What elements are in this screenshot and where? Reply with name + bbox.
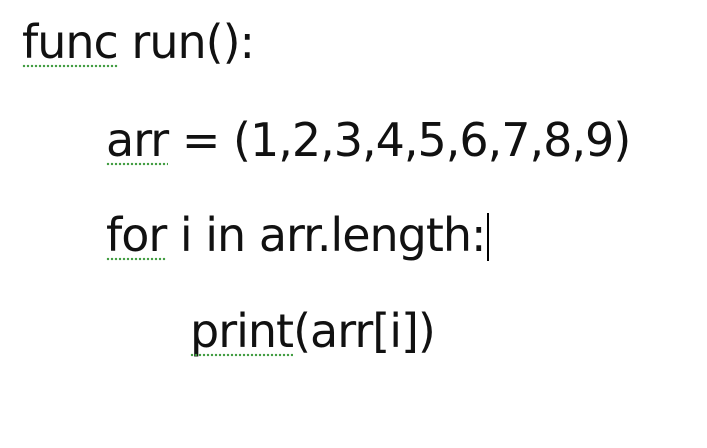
- code-line-4-text: (arr[i]): [293, 304, 436, 358]
- code-line-1-text: run():: [117, 15, 255, 69]
- flagged-word-for: for: [106, 208, 167, 262]
- flagged-word-arr: arr: [106, 113, 169, 167]
- code-line-for-loop[interactable]: for i in arr.length:: [106, 207, 489, 263]
- code-line-3-text: i in arr.length:: [166, 208, 487, 262]
- flagged-word-func: func: [22, 15, 119, 69]
- code-line-func-definition[interactable]: func run():: [22, 14, 255, 70]
- flagged-word-print: print: [190, 304, 294, 358]
- code-line-array-assignment[interactable]: arr = (1,2,3,4,5,6,7,8,9): [106, 112, 631, 168]
- document-canvas[interactable]: func run(): arr = (1,2,3,4,5,6,7,8,9) fo…: [0, 0, 707, 448]
- code-line-2-text: = (1,2,3,4,5,6,7,8,9): [168, 113, 631, 167]
- code-line-print-call[interactable]: print(arr[i]): [190, 303, 436, 359]
- text-cursor: [486, 213, 489, 261]
